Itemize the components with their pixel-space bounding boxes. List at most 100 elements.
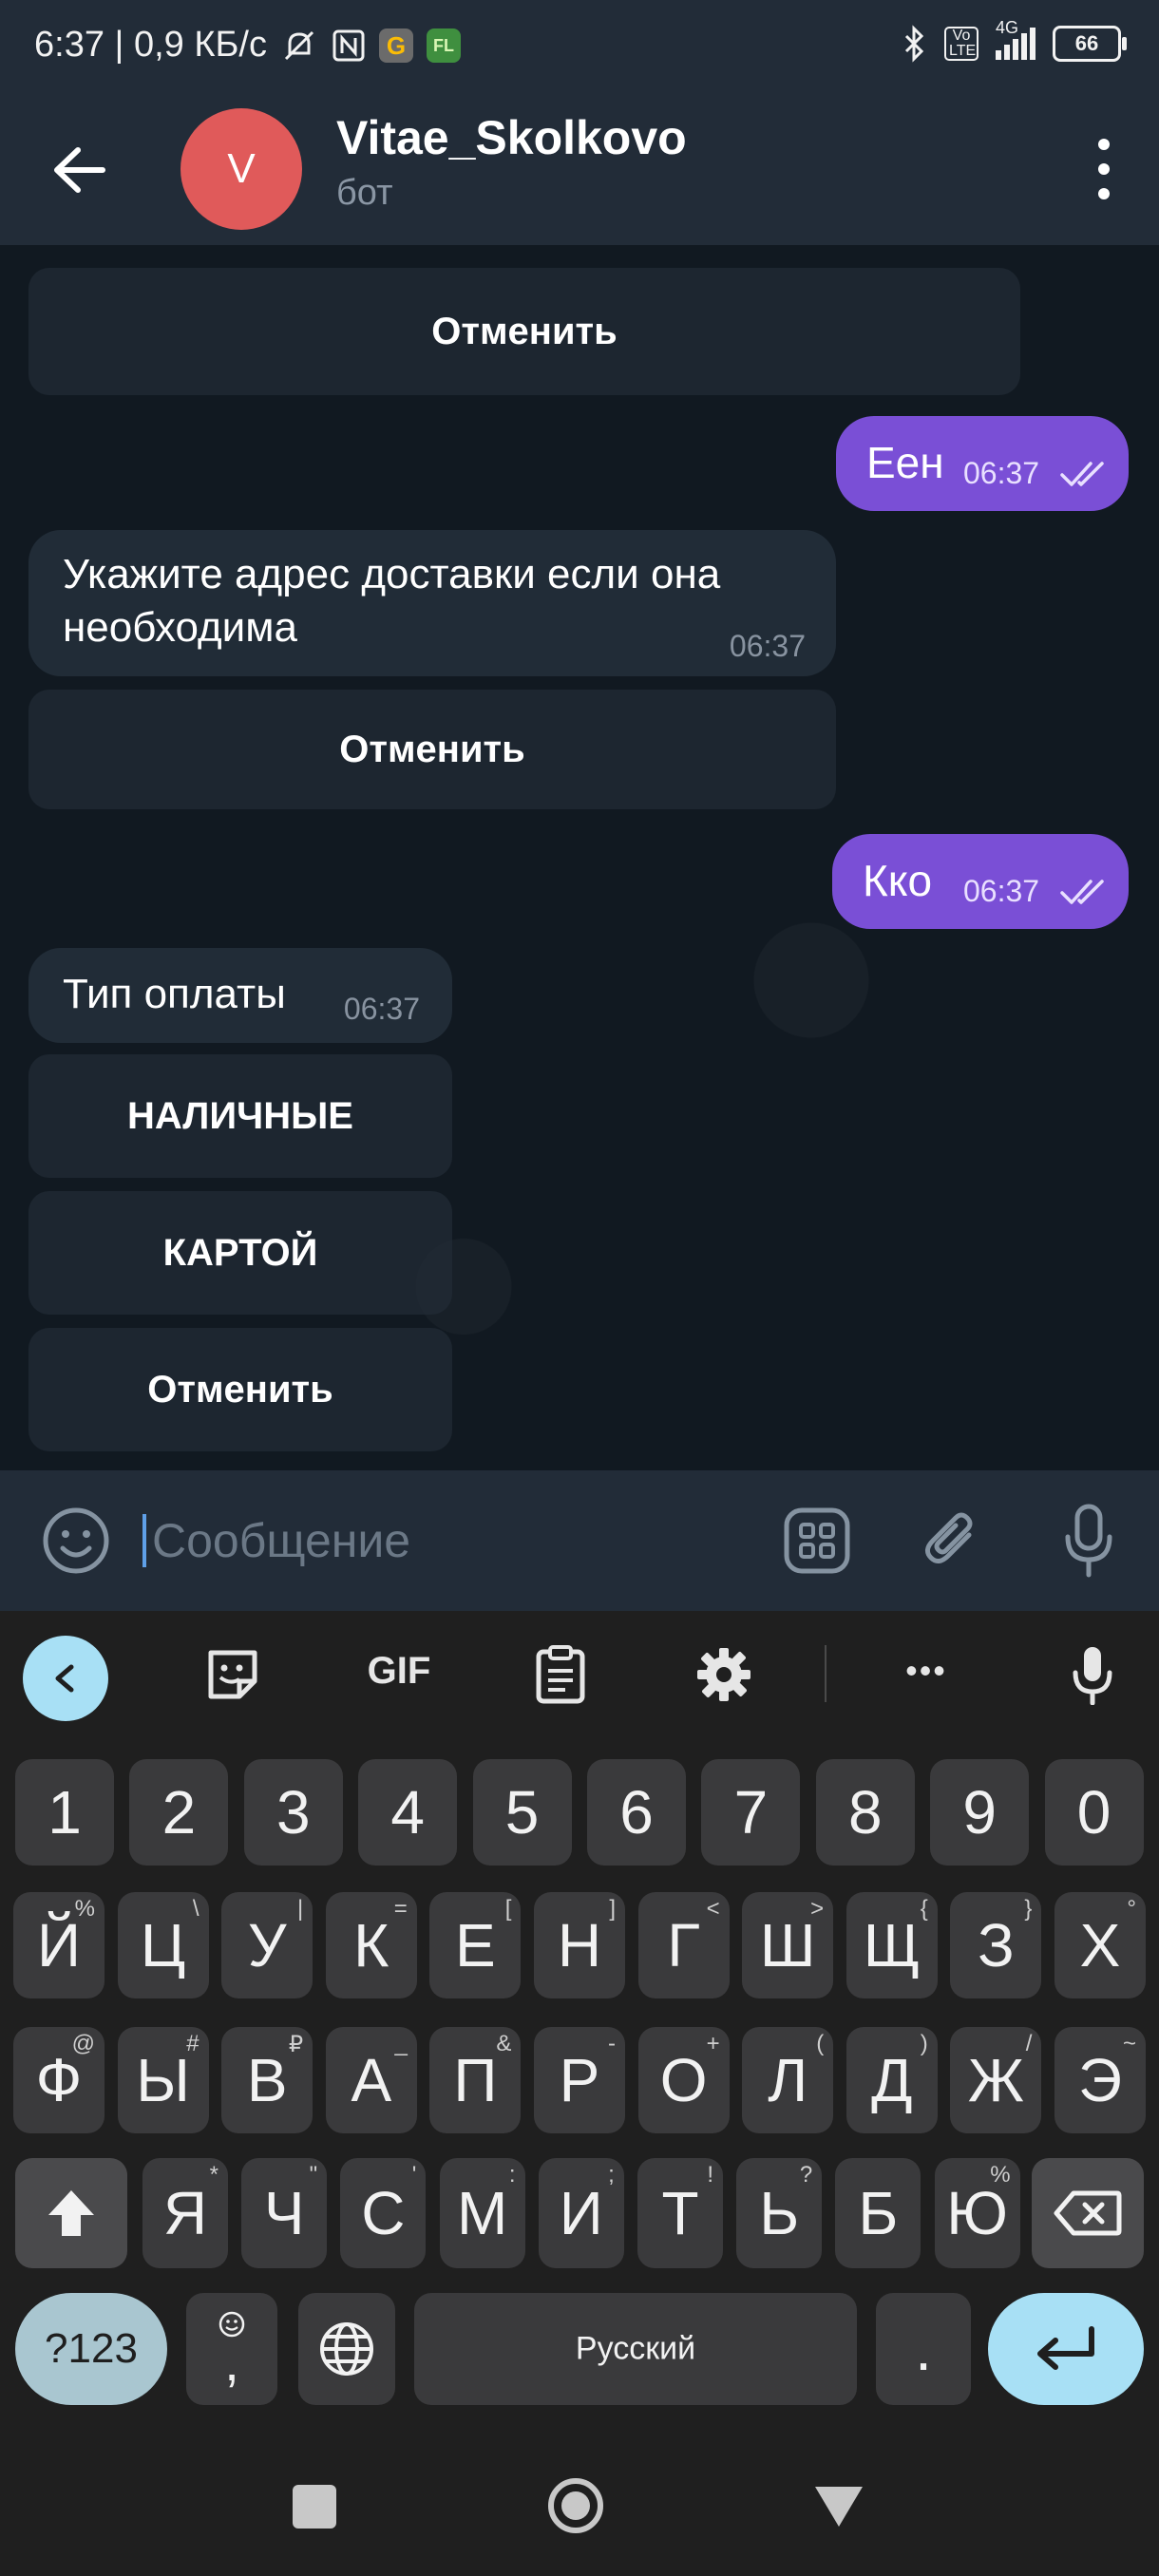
message-list[interactable]: Отменить Еен 06:37 Укажите адрес доставк…: [0, 245, 1159, 1470]
clipboard-button[interactable]: [522, 1641, 598, 1708]
chat-title[interactable]: Vitae_Skolkovo: [336, 110, 687, 165]
key-letter[interactable]: Ю%: [934, 2158, 1020, 2268]
key-letter[interactable]: Ц \: [117, 1892, 209, 1998]
nfc-icon: [332, 29, 365, 61]
key-2[interactable]: 2: [129, 1759, 229, 1866]
settings-button[interactable]: [686, 1641, 762, 1708]
key-label: .: [915, 2315, 932, 2383]
message-text: Кко: [863, 856, 933, 905]
key-letter[interactable]: В ₽: [221, 2027, 314, 2133]
key-letter[interactable]: Ы #: [117, 2027, 209, 2133]
incoming-message[interactable]: Укажите адрес доставки если она необходи…: [28, 530, 836, 676]
key-secondary-symbol: ?: [799, 2162, 813, 2188]
period-key[interactable]: .: [876, 2293, 971, 2405]
key-letter[interactable]: Ф @: [13, 2027, 104, 2133]
key-letter[interactable]: О +: [637, 2027, 730, 2133]
enter-key[interactable]: [988, 2293, 1144, 2405]
gear-icon: [697, 1648, 750, 1701]
symbols-key[interactable]: ?123: [15, 2293, 167, 2405]
key-3[interactable]: 3: [243, 1759, 343, 1866]
message-input[interactable]: Сообщение: [142, 1514, 410, 1567]
key-letter[interactable]: М:: [439, 2158, 525, 2268]
emoji-icon[interactable]: [40, 1505, 112, 1577]
key-letter[interactable]: Ш >: [742, 1892, 834, 1998]
key-letter[interactable]: Ж /: [950, 2027, 1042, 2133]
key-label: Т: [661, 2179, 699, 2247]
microphone-icon[interactable]: [1060, 1503, 1117, 1579]
inline-cancel-button-2[interactable]: Отменить: [28, 690, 836, 809]
outgoing-message[interactable]: Еен 06:37: [836, 416, 1129, 511]
key-9[interactable]: 9: [930, 1759, 1030, 1866]
key-letter[interactable]: Л(: [742, 2027, 834, 2133]
back-button[interactable]: [813, 2485, 864, 2529]
more-options-icon[interactable]: [1092, 133, 1115, 205]
key-5[interactable]: 5: [472, 1759, 572, 1866]
key-letter[interactable]: Ь?: [736, 2158, 823, 2268]
key-letter[interactable]: К =: [325, 1892, 417, 1998]
key-letter[interactable]: А _: [325, 2027, 417, 2133]
key-letter[interactable]: С ': [340, 2158, 427, 2268]
space-key[interactable]: Русский: [414, 2293, 857, 2405]
key-letter[interactable]: П &: [429, 2027, 522, 2133]
avatar[interactable]: V: [180, 108, 302, 230]
key-secondary-symbol: ~: [1122, 2031, 1136, 2056]
key-label: 3: [276, 1778, 311, 1847]
status-time-speed: 6:37 | 0,9 КБ/с: [34, 25, 267, 65]
key-8[interactable]: 8: [815, 1759, 915, 1866]
key-letter[interactable]: Щ{: [846, 1892, 938, 1998]
back-arrow-icon[interactable]: [46, 137, 112, 203]
language-key[interactable]: [298, 2293, 395, 2405]
bot-commands-icon[interactable]: [783, 1506, 851, 1575]
inline-cancel-button-1[interactable]: Отменить: [28, 268, 1020, 395]
key-letter[interactable]: Н]: [534, 1892, 625, 1998]
key-letter[interactable]: Х °: [1054, 1892, 1146, 1998]
key-letter[interactable]: Д): [846, 2027, 938, 2133]
key-letter[interactable]: Б: [835, 2158, 922, 2268]
inline-button-label: Отменить: [431, 310, 618, 352]
key-letter[interactable]: Е[: [429, 1892, 522, 1998]
key-letter[interactable]: Я *: [142, 2158, 228, 2268]
key-label: 2: [162, 1778, 197, 1847]
message-composer: Сообщение: [0, 1470, 1159, 1611]
fl-icon: FL: [426, 28, 461, 63]
key-letter[interactable]: Р-: [534, 2027, 625, 2133]
backspace-key[interactable]: [1032, 2158, 1144, 2268]
key-letter[interactable]: У |: [221, 1892, 314, 1998]
inline-cash-button[interactable]: НАЛИЧНЫЕ: [28, 1054, 452, 1178]
inline-button-label: Отменить: [147, 1368, 333, 1411]
key-label: 9: [962, 1778, 997, 1847]
network-type: 4G: [996, 18, 1019, 37]
key-letter[interactable]: И;: [538, 2158, 624, 2268]
voice-input-button[interactable]: [1054, 1641, 1130, 1708]
key-letter[interactable]: З}: [950, 1892, 1042, 1998]
gif-button[interactable]: GIF: [352, 1638, 446, 1704]
outgoing-message[interactable]: Кко 06:37: [832, 834, 1129, 929]
key-secondary-symbol: =: [393, 1896, 408, 1922]
inline-card-button[interactable]: КАРТОЙ: [28, 1191, 452, 1315]
key-letter[interactable]: Й%: [13, 1892, 104, 1998]
recents-button[interactable]: [293, 2485, 336, 2529]
key-secondary-symbol: (: [816, 2031, 825, 2056]
home-button[interactable]: [545, 2475, 606, 2536]
key-4[interactable]: 4: [358, 1759, 458, 1866]
inline-cancel-button-3[interactable]: Отменить: [28, 1328, 452, 1451]
key-letter[interactable]: Т!: [637, 2158, 723, 2268]
shift-key[interactable]: [15, 2158, 127, 2268]
key-letter[interactable]: Г <: [637, 1892, 730, 1998]
emoji-comma-key[interactable]: ,: [186, 2293, 277, 2405]
collapse-toolbar-button[interactable]: [23, 1636, 108, 1721]
key-0[interactable]: 0: [1044, 1759, 1144, 1866]
attach-icon[interactable]: [918, 1506, 986, 1575]
key-7[interactable]: 7: [701, 1759, 801, 1866]
key-6[interactable]: 6: [587, 1759, 686, 1866]
sticker-button[interactable]: [190, 1641, 276, 1708]
more-tools-button[interactable]: •••: [884, 1638, 969, 1704]
key-1[interactable]: 1: [15, 1759, 114, 1866]
incoming-message[interactable]: Тип оплаты 06:37: [28, 948, 452, 1043]
key-letter[interactable]: Ч ": [241, 2158, 328, 2268]
key-letter[interactable]: Э ~: [1054, 2027, 1146, 2133]
key-secondary-symbol: ]: [609, 1896, 616, 1922]
key-secondary-symbol: ": [309, 2162, 318, 2188]
message-text-line-2: необходима: [63, 604, 297, 651]
key-label: 4: [390, 1778, 425, 1847]
